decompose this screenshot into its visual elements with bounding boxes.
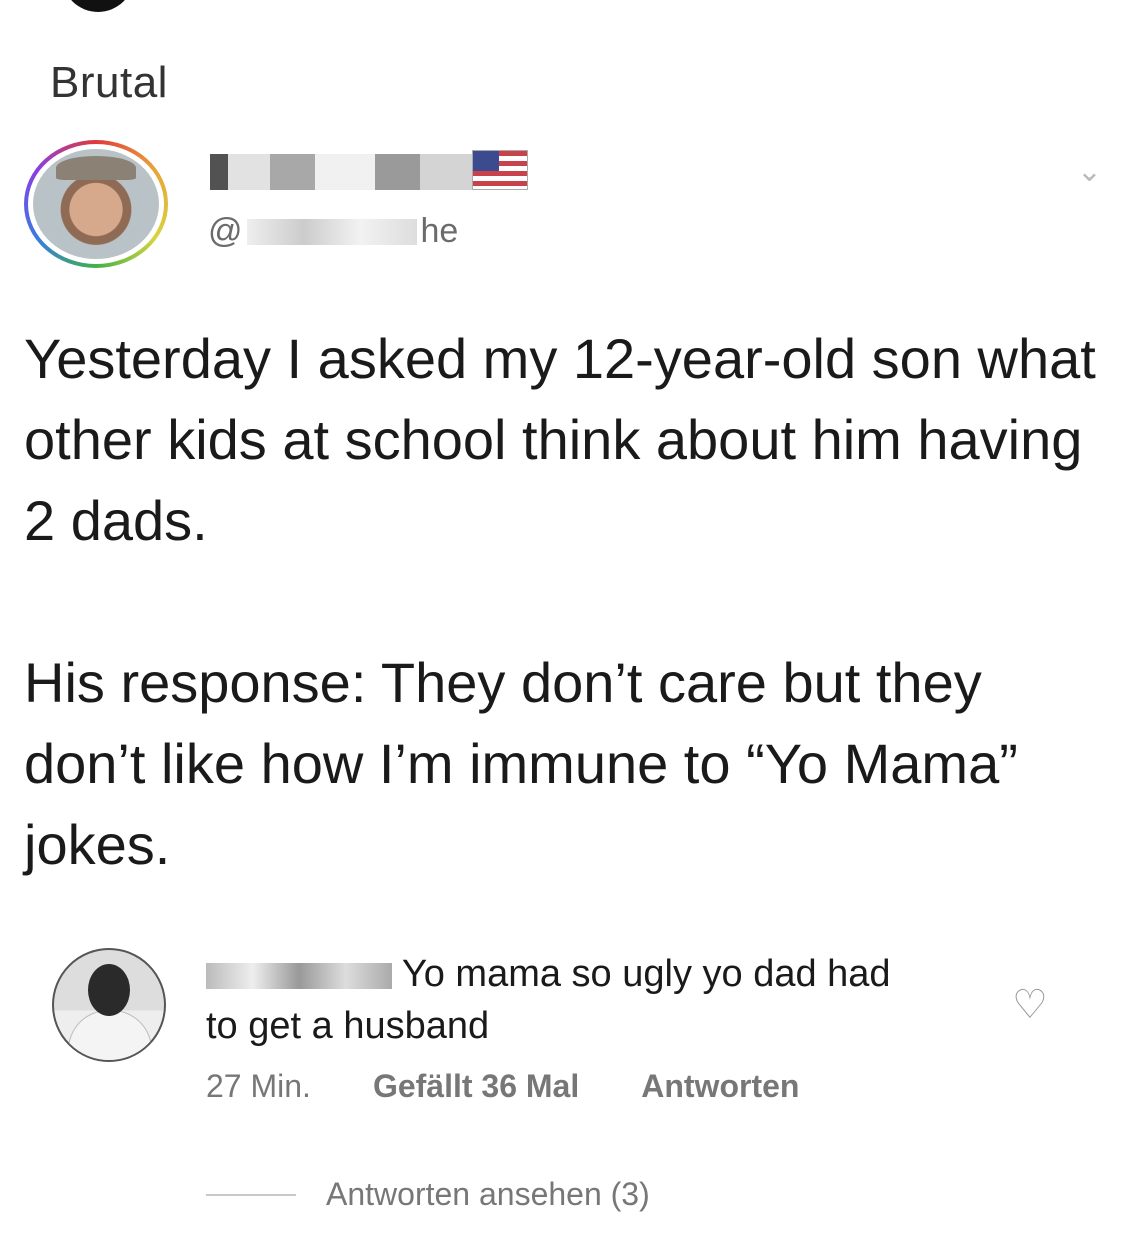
likes-count[interactable]: Gefällt 36 Mal <box>373 1068 579 1105</box>
heart-icon[interactable]: ♡ <box>1012 982 1048 1028</box>
view-replies-label: Antworten ansehen (3) <box>326 1176 650 1212</box>
tweet-paragraph: His response: They don’t care but they d… <box>24 651 1018 876</box>
handle-prefix: @ <box>208 212 243 250</box>
us-flag-icon <box>472 150 528 190</box>
tweet-body: Yesterday I asked my 12-year-old son wha… <box>24 318 1104 885</box>
comment-meta: 27 Min. Gefällt 36 Mal Antworten <box>206 1068 799 1105</box>
comment: Yo mama so ugly yo dad had to get a husb… <box>52 940 1092 1240</box>
replies-divider <box>206 1193 296 1196</box>
author-name-redacted <box>210 154 510 190</box>
handle-redacted <box>246 218 417 245</box>
comment-time: 27 Min. <box>206 1068 311 1104</box>
tweet-author-avatar[interactable] <box>24 140 168 268</box>
avatar-photo <box>33 149 159 259</box>
top-avatar <box>62 0 134 12</box>
tweet-header: @ he ⌄ <box>22 140 1112 280</box>
comment-text-line2: to get a husband <box>206 1005 490 1047</box>
post-title: Brutal <box>50 58 168 107</box>
commenter-avatar[interactable] <box>52 948 166 1062</box>
comment-text: Yo mama so ugly yo dad had to get a husb… <box>206 948 966 1052</box>
view-replies-button[interactable]: Antworten ansehen (3) <box>206 1176 650 1213</box>
tweet-paragraph: Yesterday I asked my 12-year-old son wha… <box>24 327 1096 552</box>
reply-button[interactable]: Antworten <box>641 1068 799 1105</box>
avatar-hat <box>55 155 137 180</box>
author-handle: @ he <box>208 212 458 251</box>
handle-suffix: he <box>420 212 459 250</box>
commenter-name-redacted[interactable] <box>206 962 392 989</box>
chevron-down-icon[interactable]: ⌄ <box>1077 154 1102 189</box>
comment-text-line1: Yo mama so ugly yo dad had <box>401 953 891 995</box>
